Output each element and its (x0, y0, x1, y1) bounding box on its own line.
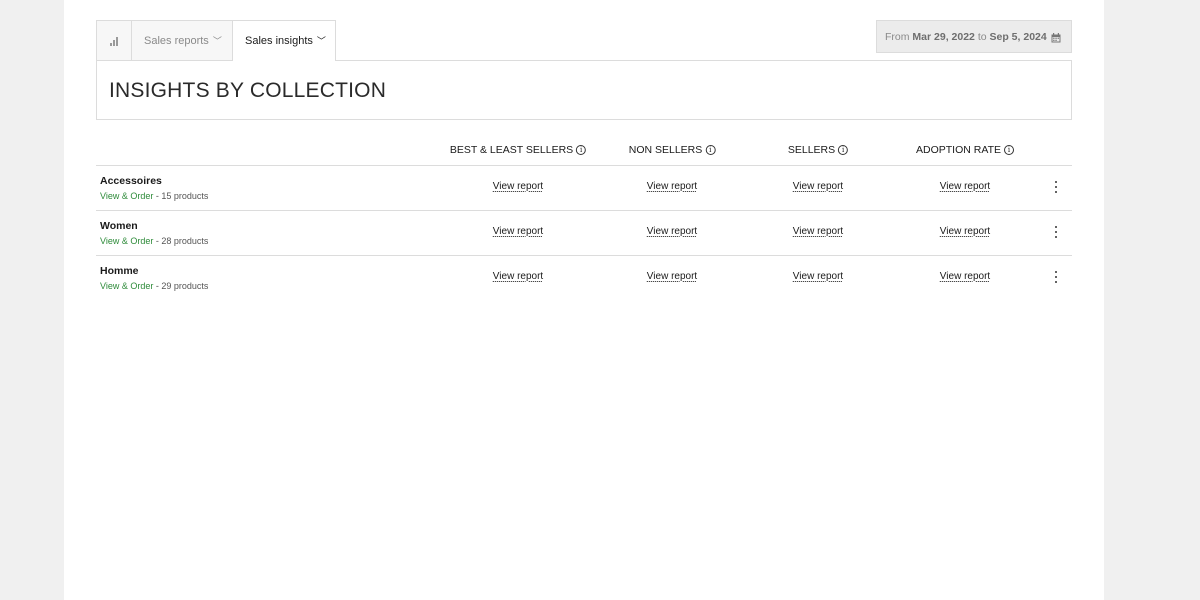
view-report-non-sellers[interactable]: View report (647, 181, 697, 192)
tab-sales-reports-label: Sales reports (144, 35, 209, 47)
column-header-label: ADOPTION RATE (916, 144, 1001, 156)
collection-meta: View & Order - 28 products (100, 236, 208, 246)
date-from-value: Mar 29, 2022 (912, 30, 975, 43)
product-count: - 15 products (153, 191, 209, 201)
more-options-icon[interactable] (1054, 181, 1058, 193)
tab-sales-insights[interactable]: Sales insights ﹀ (233, 20, 336, 62)
view-report-adoption-rate[interactable]: View report (940, 226, 990, 237)
collection-type-link[interactable]: View & Order (100, 191, 153, 201)
view-report-best-least-sellers[interactable]: View report (493, 226, 543, 237)
column-header-label: BEST & LEAST SELLERS (449, 144, 574, 156)
collection-name: Women (100, 220, 138, 232)
info-icon[interactable]: i (1003, 145, 1014, 155)
view-report-non-sellers[interactable]: View report (647, 226, 697, 237)
info-icon[interactable]: i (838, 145, 849, 155)
view-report-sellers[interactable]: View report (793, 226, 843, 237)
product-count: - 28 products (153, 236, 209, 246)
table-row: Homme View & Order - 29 products View re… (96, 256, 1072, 301)
view-report-sellers[interactable]: View report (793, 181, 843, 192)
chevron-down-icon: ﹀ (316, 35, 326, 46)
date-from-label: From (885, 30, 910, 43)
view-report-best-least-sellers[interactable]: View report (493, 271, 543, 282)
view-report-non-sellers[interactable]: View report (647, 271, 697, 282)
more-options-icon[interactable] (1054, 271, 1058, 283)
table-header: BEST & LEAST SELLERS i NON SELLERS i SEL… (96, 140, 1072, 166)
view-report-best-least-sellers[interactable]: View report (493, 181, 543, 192)
product-count: - 29 products (153, 281, 209, 291)
page-title: INSIGHTS BY COLLECTION (109, 79, 387, 102)
page-container: Sales reports ﹀ Sales insights ﹀ From Ma… (64, 0, 1104, 600)
chevron-down-icon: ﹀ (212, 35, 222, 46)
info-icon[interactable]: i (576, 145, 587, 155)
date-range-picker[interactable]: From Mar 29, 2022 to Sep 5, 2024 (876, 20, 1072, 53)
column-header-label: NON SELLERS (628, 144, 703, 156)
collection-meta: View & Order - 15 products (100, 191, 208, 201)
view-report-sellers[interactable]: View report (793, 271, 843, 282)
table-row: Accessoires View & Order - 15 products V… (96, 166, 1072, 211)
view-report-adoption-rate[interactable]: View report (940, 271, 990, 282)
tab-stats[interactable] (96, 20, 132, 61)
collection-type-link[interactable]: View & Order (100, 236, 153, 246)
collection-name: Accessoires (100, 175, 162, 187)
column-header-best-least-sellers: BEST & LEAST SELLERS i (449, 144, 587, 156)
more-options-icon[interactable] (1054, 226, 1058, 238)
collection-name: Homme (100, 265, 139, 277)
column-header-label: SELLERS (787, 144, 836, 156)
column-header-non-sellers: NON SELLERS i (629, 144, 716, 156)
report-tabs: Sales reports ﹀ Sales insights ﹀ (96, 20, 336, 62)
date-to-label: to (977, 30, 987, 43)
tab-sales-reports[interactable]: Sales reports ﹀ (132, 20, 233, 61)
collection-type-link[interactable]: View & Order (100, 281, 153, 291)
info-icon[interactable]: i (705, 145, 716, 155)
column-header-sellers: SELLERS i (787, 144, 849, 156)
bar-chart-icon (110, 36, 118, 46)
table-row: Women View & Order - 28 products View re… (96, 211, 1072, 256)
title-panel: INSIGHTS BY COLLECTION (96, 60, 1072, 120)
insights-table: BEST & LEAST SELLERS i NON SELLERS i SEL… (96, 140, 1072, 301)
calendar-icon (1051, 32, 1061, 42)
column-header-adoption-rate: ADOPTION RATE i (916, 144, 1014, 156)
tab-sales-insights-label: Sales insights (245, 35, 313, 47)
date-to-value: Sep 5, 2024 (989, 30, 1047, 43)
view-report-adoption-rate[interactable]: View report (940, 181, 990, 192)
collection-meta: View & Order - 29 products (100, 281, 208, 291)
